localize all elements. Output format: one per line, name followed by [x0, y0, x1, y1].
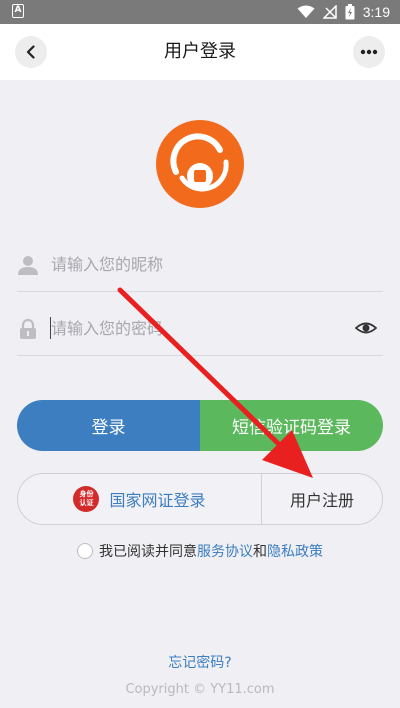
- agreement-row: 我已阅读并同意 服务协议 和 隐私政策: [0, 540, 400, 562]
- gov-id-login-button[interactable]: 身份 认证 国家网证登录: [18, 474, 262, 524]
- status-icons: 3:19: [297, 3, 390, 21]
- more-button[interactable]: [353, 36, 385, 68]
- app-notification-icon: A: [12, 4, 24, 18]
- chevron-left-icon: [26, 45, 35, 59]
- alt-login-group: 身份 认证 国家网证登录 用户注册: [17, 473, 383, 525]
- username-input[interactable]: [51, 246, 351, 282]
- wifi-icon: [297, 5, 315, 18]
- nav-bar: 用户登录: [0, 24, 400, 80]
- agreement-checkbox[interactable]: [77, 543, 93, 559]
- privacy-policy-link[interactable]: 隐私政策: [267, 541, 323, 561]
- service-agreement-link[interactable]: 服务协议: [197, 541, 253, 561]
- no-signal-icon: [322, 5, 337, 19]
- forgot-password-link[interactable]: 忘记密码?: [0, 652, 400, 672]
- password-field: [17, 300, 383, 356]
- agreement-and: 和: [253, 544, 267, 560]
- clock: 3:19: [362, 4, 390, 20]
- copyright-text: Copyright © YY11.com: [125, 682, 275, 697]
- page-title: 用户登录: [164, 41, 236, 62]
- lock-icon: [20, 318, 36, 339]
- eye-icon[interactable]: [355, 319, 377, 337]
- gov-id-login-label: 国家网证登录: [109, 491, 206, 510]
- username-field: [17, 236, 383, 292]
- login-button[interactable]: 登录: [17, 400, 200, 451]
- register-button[interactable]: 用户注册: [262, 474, 382, 524]
- more-dots-icon: [360, 49, 378, 55]
- battery-charging-icon: [345, 4, 355, 20]
- password-input[interactable]: [51, 310, 351, 346]
- user-icon: [18, 256, 38, 275]
- gov-id-badge-icon: 身份 认证: [73, 486, 100, 512]
- gov-badge-line1: 身份: [79, 490, 94, 498]
- login-button-group: 登录 短信验证码登录: [17, 400, 383, 451]
- sms-login-button[interactable]: 短信验证码登录: [200, 400, 383, 451]
- agreement-prefix: 我已阅读并同意: [99, 544, 197, 560]
- status-bar: A 3:19: [0, 0, 400, 24]
- text-cursor: [50, 317, 51, 339]
- app-logo: [156, 120, 244, 208]
- back-button[interactable]: [15, 36, 47, 68]
- gov-badge-line2: 认证: [79, 499, 94, 507]
